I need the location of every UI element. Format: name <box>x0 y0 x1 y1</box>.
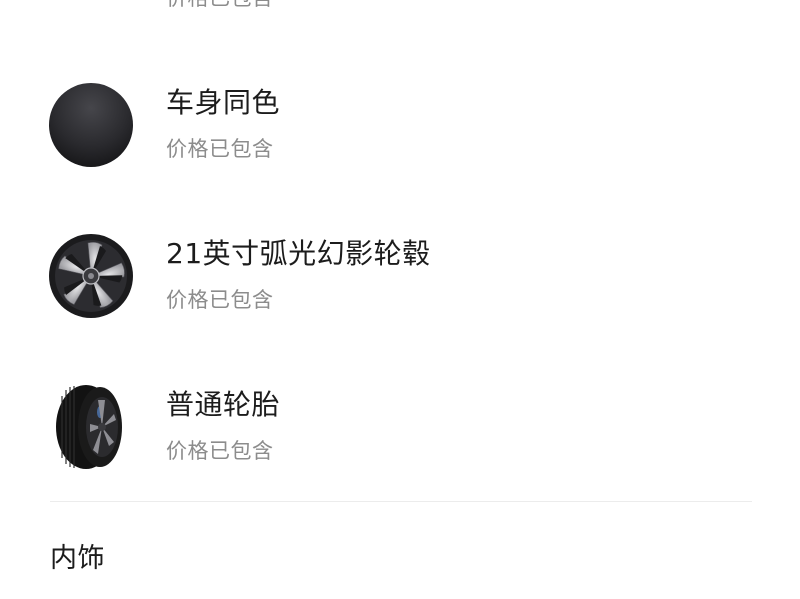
option-subtitle: 价格已包含 <box>166 0 274 11</box>
option-item-body-color[interactable]: 车身同色 价格已包含 <box>0 60 800 190</box>
option-subtitle: 价格已包含 <box>166 288 274 312</box>
option-title: 车身同色 <box>166 86 281 119</box>
option-item-tire[interactable]: 普通轮胎 价格已包含 <box>0 360 800 490</box>
option-subtitle: 价格已包含 <box>166 439 274 463</box>
color-swatch-icon <box>48 82 134 168</box>
option-title: 普通轮胎 <box>166 388 281 421</box>
alloy-wheel-icon <box>48 233 134 319</box>
option-item-wheel[interactable]: 21英寸弧光幻影轮毂 价格已包含 <box>0 210 800 340</box>
tire-icon <box>48 384 134 470</box>
section-divider <box>50 501 752 502</box>
section-title-interior: 内饰 <box>50 543 105 574</box>
option-item-partial[interactable]: 价格已包含 <box>0 0 800 50</box>
option-subtitle: 价格已包含 <box>166 137 274 161</box>
option-title: 21英寸弧光幻影轮毂 <box>166 237 431 270</box>
config-page: 价格已包含 车身同色 价格已包含 <box>0 0 800 599</box>
